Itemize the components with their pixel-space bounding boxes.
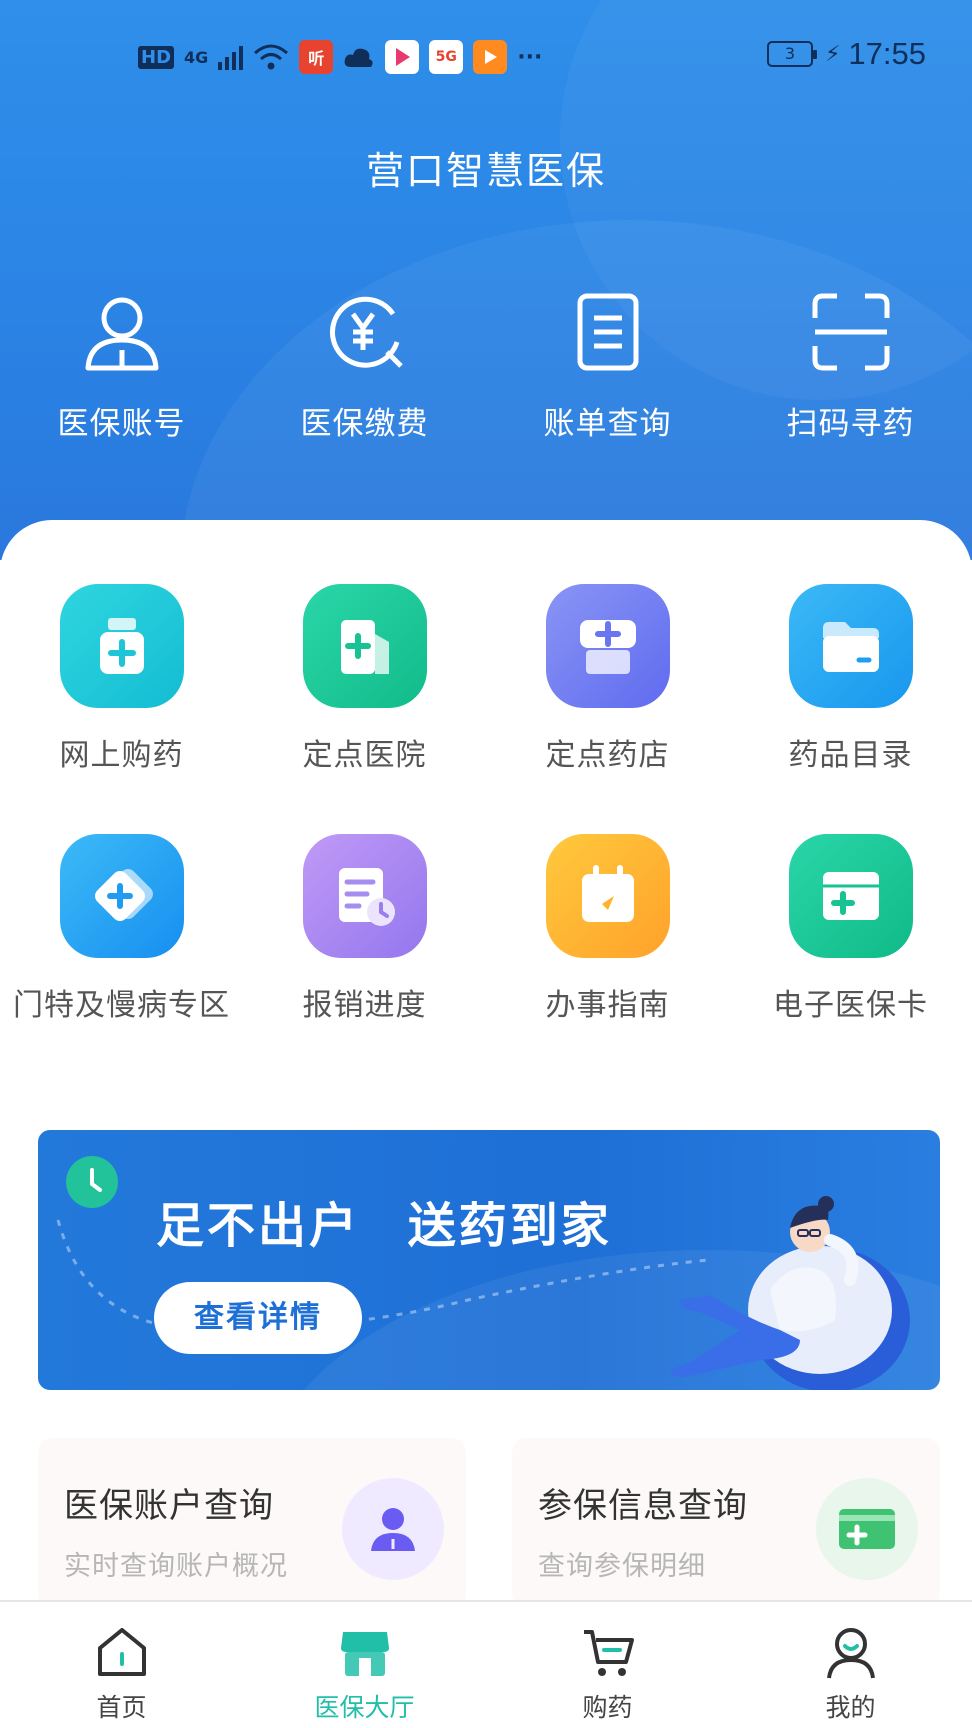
chronic-disease-icon — [59, 834, 184, 958]
scan-medicine-button[interactable]: 扫码寻药 — [729, 290, 972, 443]
user-icon — [85, 297, 158, 371]
service-label: 定点药店 — [545, 738, 670, 773]
calendar-guide-icon — [545, 834, 670, 958]
medical-card-icon — [788, 834, 913, 958]
bill-query-button[interactable]: 账单查询 — [486, 290, 729, 443]
service-label: 药品目录 — [788, 738, 913, 773]
charging-icon: ⚡ — [824, 41, 841, 67]
battery-icon: 3 — [766, 41, 817, 67]
network-type: 4G — [184, 47, 209, 67]
page-title: 营口智慧医保 — [365, 149, 606, 193]
scan-icon — [812, 293, 889, 371]
view-details-button[interactable]: 查看详情 — [154, 1282, 362, 1354]
hd-badge: HD — [138, 45, 175, 69]
card-subtitle: 实时查询账户概况 — [64, 1551, 288, 1582]
nav-label: 我的 — [825, 1693, 876, 1722]
relaxing-person-illustration — [670, 1196, 910, 1390]
nav-home[interactable]: 首页 — [0, 1602, 243, 1728]
player-app-icon — [473, 40, 508, 74]
cloud-icon — [344, 48, 373, 67]
clock-icon — [66, 1156, 118, 1208]
nav-label: 首页 — [96, 1693, 147, 1722]
service-row: 门特及慢病专区 报销进度 办事指南 电子医保卡 — [0, 834, 972, 1084]
5g-app-icon: 5G — [429, 40, 464, 74]
chronic-disease-tile[interactable]: 门特及慢病专区 — [0, 834, 243, 1084]
profile-icon — [826, 1628, 875, 1679]
drug-catalog-tile[interactable]: 药品目录 — [729, 584, 972, 834]
card-title: 医保账户查询 — [64, 1486, 274, 1526]
wifi-icon — [254, 44, 289, 70]
card-subtitle: 查询参保明细 — [538, 1551, 706, 1582]
nav-label: 医保大厅 — [314, 1693, 415, 1722]
nav-medical-hall[interactable]: 医保大厅 — [243, 1602, 486, 1728]
service-guide-tile[interactable]: 办事指南 — [486, 834, 729, 1084]
reimbursement-progress-icon — [302, 834, 427, 958]
promo-banner[interactable]: 足不出户 送药到家 查看详情 — [38, 1130, 940, 1390]
top-actions: 医保账号 医保缴费 账单查询 扫码寻药 — [0, 290, 972, 443]
medical-payment-button[interactable]: 医保缴费 — [243, 290, 486, 443]
pharmacy-store-icon — [545, 584, 670, 708]
reimbursement-progress-tile[interactable]: 报销进度 — [243, 834, 486, 1084]
insurance-card-icon — [816, 1478, 918, 1580]
nav-mine[interactable]: 我的 — [729, 1602, 972, 1728]
cart-icon — [583, 1630, 634, 1676]
top-action-label: 医保缴费 — [300, 406, 429, 442]
nav-label: 购药 — [582, 1693, 633, 1722]
medical-account-button[interactable]: 医保账号 — [0, 290, 243, 443]
top-action-label: 医保账号 — [57, 406, 186, 442]
service-row: 网上购药 定点医院 定点药店 药品目录 — [0, 584, 972, 834]
service-label: 网上购药 — [59, 738, 184, 773]
service-label: 办事指南 — [545, 988, 670, 1023]
e-medical-card-tile[interactable]: 电子医保卡 — [729, 834, 972, 1084]
online-medicine-tile[interactable]: 网上购药 — [0, 584, 243, 834]
signal-icon — [218, 44, 244, 70]
hall-icon — [340, 1632, 389, 1676]
video-app-icon — [385, 40, 420, 74]
service-label: 报销进度 — [302, 988, 427, 1023]
designated-hospital-tile[interactable]: 定点医院 — [243, 584, 486, 834]
yuan-payment-icon — [329, 296, 403, 368]
hospital-icon — [302, 584, 427, 708]
more-notifications-icon: ··· — [517, 44, 543, 70]
bill-document-icon — [577, 293, 638, 371]
top-action-label: 账单查询 — [543, 406, 672, 442]
service-label: 定点医院 — [302, 738, 427, 773]
listen-app-icon: 听 — [299, 40, 334, 74]
folder-icon — [788, 584, 913, 708]
status-bar-indicators: HD 4G 听 5G ··· — [138, 40, 542, 74]
banner-headline: 足不出户 送药到家 — [156, 1198, 612, 1254]
status-bar: HD 4G 听 5G ··· 3 ⚡ 17:55 — [0, 0, 972, 110]
designated-pharmacy-tile[interactable]: 定点药店 — [486, 584, 729, 834]
account-person-icon — [342, 1478, 444, 1580]
card-title: 参保信息查询 — [538, 1486, 748, 1526]
nav-buy-medicine[interactable]: 购药 — [486, 1602, 729, 1728]
insurance-info-card[interactable]: 参保信息查询 查询参保明细 — [512, 1438, 940, 1608]
top-action-label: 扫码寻药 — [786, 406, 915, 442]
service-label: 电子医保卡 — [773, 988, 928, 1023]
status-bar-right: 3 ⚡ 17:55 — [766, 36, 926, 72]
medicine-bottle-icon — [59, 584, 184, 708]
status-time: 17:55 — [848, 36, 926, 71]
service-grid: 网上购药 定点医院 定点药店 药品目录 门特及慢病专区 报销进度 办事指南 电子… — [0, 584, 972, 1084]
home-icon — [97, 1628, 146, 1676]
bottom-nav: 首页 医保大厅 购药 我的 — [0, 1600, 972, 1728]
account-query-card[interactable]: 医保账户查询 实时查询账户概况 — [38, 1438, 466, 1608]
service-label: 门特及慢病专区 — [13, 988, 230, 1023]
